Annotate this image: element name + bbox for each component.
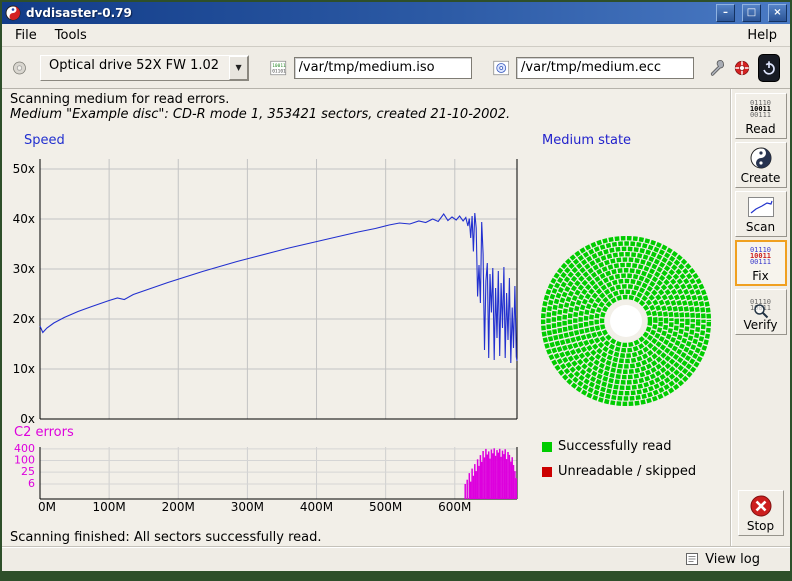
svg-text:50x: 50x [13, 162, 35, 176]
status-lines: Scanning medium for read errors. Medium … [2, 89, 790, 122]
iso-path-input[interactable] [294, 57, 472, 79]
svg-text:300M: 300M [231, 500, 264, 514]
bottom-bar: View log [2, 546, 790, 571]
menu-tools[interactable]: Tools [46, 26, 96, 45]
svg-text:0x: 0x [20, 412, 35, 426]
unreadable-swatch-icon [542, 467, 552, 477]
action-sidebar: 01110 10011 00111 Read Create [730, 89, 790, 546]
legend: Successfully read Unreadable / skipped [542, 439, 696, 479]
drive-selector-value: Optical drive 52X FW 1.02 [41, 56, 229, 80]
legend-item-unreadable: Unreadable / skipped [542, 464, 696, 479]
svg-text:200M: 200M [162, 500, 195, 514]
scan-button-label: Scan [746, 220, 775, 234]
medium-state-region: Medium state Successfully read Unreadabl… [538, 129, 728, 545]
svg-text:10011: 10011 [272, 63, 286, 69]
iso-file-icon: 10011 01101 [270, 57, 286, 79]
scan-chart-icon [748, 195, 774, 219]
scan-result-status: Scanning finished: All sectors successfu… [10, 530, 322, 545]
svg-text:400M: 400M [300, 500, 333, 514]
verify-button-label: Verify [743, 318, 777, 332]
log-icon [685, 552, 699, 566]
magnifier-icon [753, 303, 769, 319]
medium-state-label: Medium state [542, 133, 631, 148]
main-content: Scanning medium for read errors. Medium … [2, 89, 790, 546]
status-line-1: Scanning medium for read errors. [10, 92, 790, 107]
dvdisaster-logo-icon[interactable] [733, 56, 751, 80]
fix-button[interactable]: 01110 10011 00111 Fix [735, 240, 787, 286]
fix-binary-icon: 01110 10011 00111 [750, 244, 771, 268]
menu-file[interactable]: File [6, 26, 46, 45]
quit-button[interactable] [758, 54, 780, 82]
legend-item-success: Successfully read [542, 439, 696, 454]
window-title: dvdisaster-0.79 [26, 6, 709, 20]
svg-text:40x: 40x [13, 212, 35, 226]
chart-region: Speed C2 errors 0M100M200M300M400M500M60… [2, 129, 534, 539]
minimize-button[interactable]: – [716, 4, 735, 22]
success-swatch-icon [542, 442, 552, 452]
svg-text:01101: 01101 [272, 68, 286, 74]
close-button[interactable]: × [768, 4, 787, 22]
create-button-label: Create [741, 171, 781, 185]
drive-selector[interactable]: Optical drive 52X FW 1.02 ▼ [40, 55, 249, 81]
toolbar: Optical drive 52X FW 1.02 ▼ 10011 01101 [2, 47, 790, 89]
read-binary-icon: 01110 10011 00111 [750, 97, 771, 121]
legend-success-label: Successfully read [558, 439, 671, 454]
drive-status-icon [12, 58, 27, 78]
app-window: dvdisaster-0.79 – □ × File Tools Help Op… [0, 0, 792, 581]
svg-text:500M: 500M [369, 500, 402, 514]
ecc-file-icon [493, 57, 509, 79]
stop-button-label: Stop [747, 519, 774, 533]
stop-button[interactable]: Stop [738, 490, 784, 536]
medium-state-disc [538, 229, 714, 419]
read-button-label: Read [745, 122, 775, 136]
fix-button-label: Fix [752, 269, 768, 283]
scan-button[interactable]: Scan [735, 191, 787, 237]
power-icon [759, 58, 779, 78]
stop-icon [749, 494, 773, 518]
svg-text:0M: 0M [38, 500, 56, 514]
svg-text:10x: 10x [13, 362, 35, 376]
ecc-path-input[interactable] [516, 57, 694, 79]
create-button[interactable]: Create [735, 142, 787, 188]
speed-and-c2-charts: 0M 100M 200M 300M 400M 500M 600M 50x 40x 30x 20x 10… [2, 129, 534, 529]
svg-text:100M: 100M [92, 500, 125, 514]
app-icon [5, 5, 21, 21]
verify-binary-icon: 01110 10011 [750, 293, 771, 317]
verify-button[interactable]: 01110 10011 Verify [735, 289, 787, 335]
read-button[interactable]: 01110 10011 00111 Read [735, 93, 787, 139]
svg-text:20x: 20x [13, 312, 35, 326]
svg-text:600M: 600M [438, 500, 471, 514]
menu-help[interactable]: Help [738, 26, 786, 45]
chevron-down-icon[interactable]: ▼ [229, 56, 248, 80]
menubar: File Tools Help [2, 24, 790, 47]
preferences-wrench-icon[interactable] [708, 56, 726, 80]
svg-text:30x: 30x [13, 262, 35, 276]
legend-unreadable-label: Unreadable / skipped [558, 464, 696, 479]
svg-text:6: 6 [28, 477, 35, 490]
maximize-button[interactable]: □ [742, 4, 761, 22]
view-log-button[interactable]: View log [705, 552, 760, 567]
status-line-2: Medium "Example disc": CD-R mode 1, 3534… [10, 107, 790, 122]
titlebar: dvdisaster-0.79 – □ × [2, 2, 790, 24]
yin-yang-icon [750, 146, 772, 170]
